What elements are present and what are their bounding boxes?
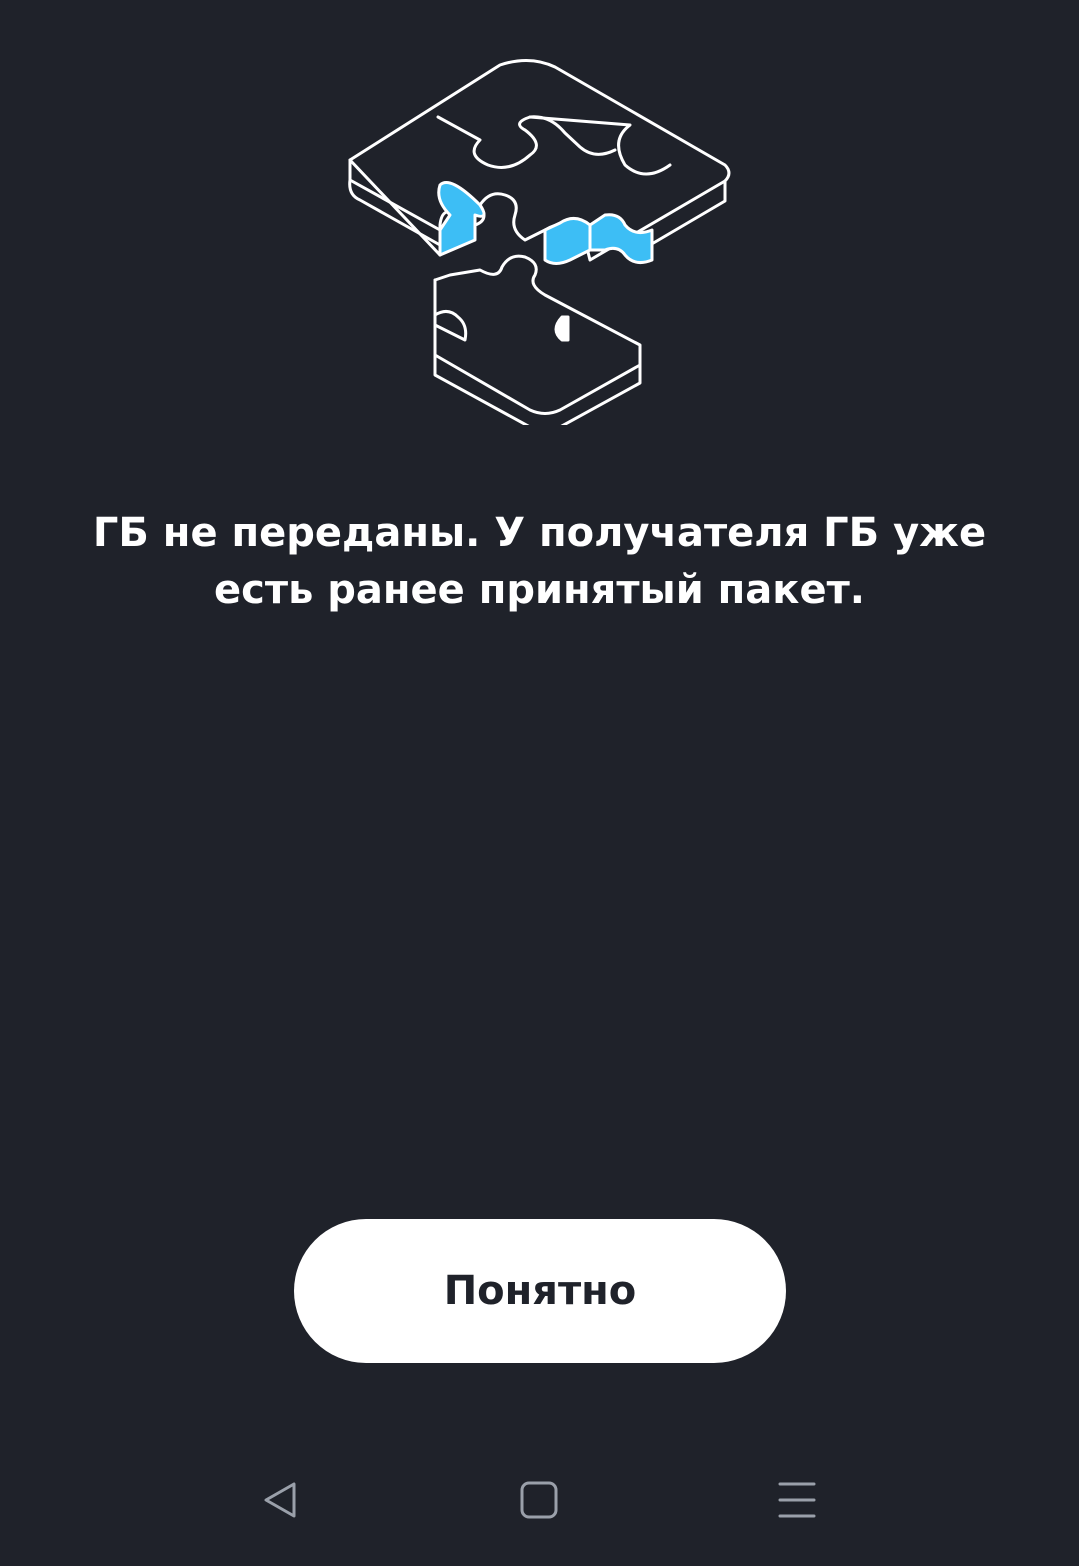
error-message: ГБ не переданы. У получателя ГБ уже есть… [92,510,987,613]
puzzle-board-top [348,59,731,262]
puzzle-icon [348,59,731,432]
menu-button[interactable] [767,1470,827,1530]
menu-lines-icon [778,1482,816,1518]
puzzle-board-side [348,158,727,257]
puzzle-illustration [340,55,740,432]
puzzle-piece [433,254,642,415]
understood-button[interactable]: Понятно [294,1219,786,1363]
puzzle-gap-left [437,181,486,257]
home-square-icon [520,1481,558,1519]
system-navigation-bar [0,1440,1079,1566]
home-button[interactable] [509,1470,569,1530]
back-button[interactable] [250,1470,310,1530]
back-triangle-icon [264,1482,296,1518]
puzzle-gap-middle [543,217,592,265]
